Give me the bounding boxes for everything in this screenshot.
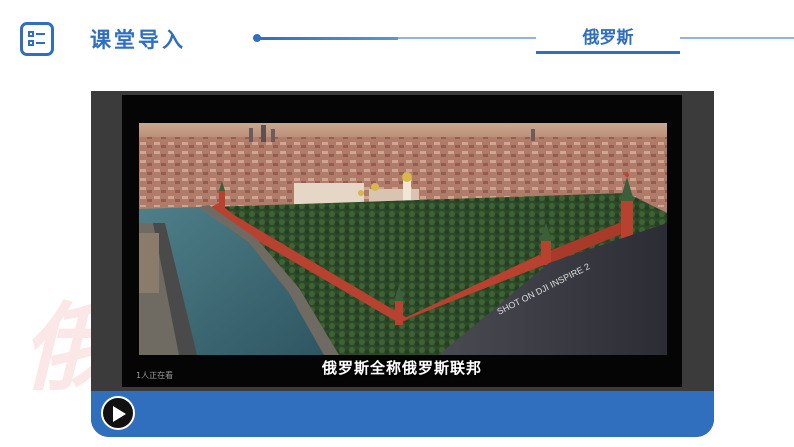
topic-tab: 俄罗斯 bbox=[536, 24, 680, 54]
play-button[interactable] bbox=[101, 396, 135, 430]
list-icon bbox=[20, 22, 54, 56]
play-icon bbox=[113, 406, 126, 422]
video-subtitle: 俄罗斯全称俄罗斯联邦 bbox=[321, 359, 482, 377]
video-player[interactable]: SHOT ON DJI INSPIRE 2 1人正在看 俄罗斯全称俄罗斯联邦 bbox=[91, 91, 714, 437]
page-title: 课堂导入 bbox=[90, 28, 186, 52]
video-screen[interactable]: SHOT ON DJI INSPIRE 2 1人正在看 俄罗斯全称俄罗斯联邦 bbox=[122, 95, 682, 387]
decorative-line bbox=[398, 37, 536, 39]
control-bar bbox=[91, 391, 714, 437]
video-frame: SHOT ON DJI INSPIRE 2 bbox=[139, 123, 667, 355]
decorative-line bbox=[258, 37, 398, 40]
decorative-line bbox=[680, 37, 794, 39]
